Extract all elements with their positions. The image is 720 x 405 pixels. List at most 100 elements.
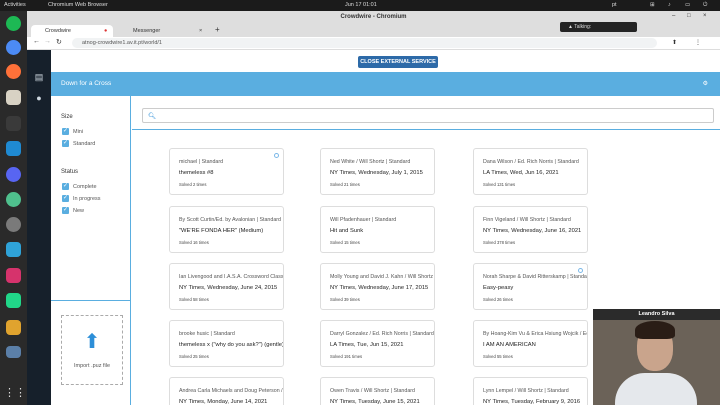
clock[interactable]: Jun 17 01:01: [345, 2, 377, 8]
files-icon[interactable]: [6, 90, 21, 105]
firefox-icon[interactable]: [6, 64, 21, 79]
list-divider: [132, 129, 720, 130]
forward-icon[interactable]: →: [44, 38, 51, 45]
checkmark-icon: ✓: [62, 195, 69, 202]
app-menu[interactable]: Chromium Web Browser: [48, 2, 108, 8]
extensions-icon[interactable]: ⬆: [672, 39, 677, 46]
tab-crowdwire[interactable]: Crowdwire ●: [31, 25, 113, 37]
people-icon[interactable]: ●: [33, 93, 45, 103]
solved-count: Solved 378 times: [483, 240, 516, 245]
tiles-icon[interactable]: [6, 346, 21, 358]
solved-count: Solved 131 times: [483, 182, 516, 187]
status-new-checkbox[interactable]: ✓ New: [62, 207, 84, 214]
size-mini-checkbox[interactable]: ✓ Mini: [62, 128, 83, 135]
solved-count: Solved 55 times: [483, 354, 513, 359]
network-icon[interactable]: ⊞: [650, 2, 655, 8]
puzzle-card[interactable]: Lynn Lempel / Will Shortz | Standard NY T…: [473, 377, 588, 405]
url-field[interactable]: atnog-crowdwire1.av.it.pt/world/1: [72, 38, 657, 48]
puzzle-card[interactable]: Owen Travis / Will Shortz | Standard NY T…: [320, 377, 435, 405]
in-progress-icon: [578, 268, 583, 273]
show-apps-icon[interactable]: ⋮⋮: [4, 386, 26, 403]
size-standard-checkbox[interactable]: ✓ Standard: [62, 140, 95, 147]
chat-icon[interactable]: ▤: [33, 72, 45, 82]
puzzle-card[interactable]: Will Pfadenhauer | Standard Hit and Sunk S…: [320, 206, 435, 253]
checkbox-label: Mini: [73, 128, 84, 135]
spotify-icon[interactable]: [6, 16, 21, 31]
vscode-icon[interactable]: [6, 141, 21, 156]
power-icon[interactable]: ⏻: [703, 2, 707, 9]
puzzle-author: Finn Vigeland / Will Shortz | Standard: [483, 217, 571, 223]
import-puz-dropzone[interactable]: ⬆ Import .puz file: [61, 315, 123, 385]
talking-notification: ▲ Talking:: [560, 22, 637, 32]
search-input[interactable]: 🔍︎: [142, 108, 714, 123]
puzzle-author: Dana Wilson / Ed. Rich Norris | Standard: [483, 159, 579, 165]
gear-icon[interactable]: ⚙: [703, 80, 708, 87]
upload-arrow-icon: ⬆: [83, 331, 101, 353]
tab-close-icon[interactable]: ×: [199, 25, 202, 37]
puzzle-title: themeless #8: [179, 170, 214, 176]
back-icon[interactable]: ←: [33, 38, 40, 45]
intellij-icon[interactable]: [6, 268, 21, 283]
puzzle-card[interactable]: brooke husic | Standard themeless x ("why…: [169, 320, 284, 367]
puzzle-card[interactable]: Darryl Gonzalez / Ed. Rich Norris | Stan…: [320, 320, 435, 367]
app-icon[interactable]: [6, 217, 21, 232]
puzzle-card[interactable]: Ian Livengood and I.A.S.A. Crossword Cla…: [169, 263, 284, 310]
checkbox-label: Complete: [73, 183, 97, 190]
puzzle-card[interactable]: Ned White / Will Shortz | Standard NY Tim…: [320, 148, 435, 195]
puzzle-card[interactable]: Norah Sharpe & David Ritterskamp | Stand…: [473, 263, 588, 310]
tab-label: Crowdwire: [45, 28, 71, 34]
import-label: Import .puz file: [73, 363, 111, 369]
window-title: Crowdwire - Chromium: [340, 14, 407, 20]
external-service-banner: CLOSE EXTERNAL SERVICE: [51, 50, 720, 72]
close-external-service-button[interactable]: CLOSE EXTERNAL SERVICE: [358, 56, 438, 68]
puzzle-title: NY Times, Tuesday, June 15, 2021: [330, 399, 420, 405]
puzzle-author: Norah Sharpe & David Ritterskamp | Stand…: [483, 274, 587, 280]
checkmark-icon: ✓: [62, 140, 69, 147]
search-icon: 🔍︎: [148, 113, 157, 120]
puzzle-title: LA Times, Tue, Jun 15, 2021: [330, 342, 404, 348]
person-shirt: [615, 373, 697, 405]
checkmark-icon: ✓: [62, 207, 69, 214]
webstorm-icon[interactable]: [6, 242, 21, 257]
video-call-overlay[interactable]: Leandro Silva: [593, 309, 720, 405]
puzzle-title: Hit and Sunk: [330, 228, 364, 234]
slack-icon[interactable]: [6, 192, 21, 207]
status-in-progress-checkbox[interactable]: ✓ In progress: [62, 195, 101, 202]
status-heading: Status: [61, 169, 79, 175]
puzzle-card[interactable]: Finn Vigeland / Will Shortz | Standard NY…: [473, 206, 588, 253]
discord-icon[interactable]: [6, 167, 21, 182]
puzzle-card[interactable]: Andrea Carla Michaels and Doug Peterson …: [169, 377, 284, 405]
status-complete-checkbox[interactable]: ✓ Complete: [62, 183, 97, 190]
puzzle-title: Down for a Cross: [61, 80, 112, 87]
puzzle-author: Will Pfadenhauer | Standard: [330, 217, 397, 223]
maximize-icon[interactable]: □: [687, 13, 691, 19]
chromium-icon[interactable]: [6, 40, 21, 55]
puzzle-card[interactable]: By Scott Curtin/Ed. by Avalonian | Stand…: [169, 206, 284, 253]
puzzle-card[interactable]: Dana Wilson / Ed. Rich Norris | Standard…: [473, 148, 588, 195]
puzzle-title: NY Times, Wednesday, July 1, 2015: [330, 170, 423, 176]
close-icon[interactable]: ×: [703, 13, 707, 19]
puzzle-author: michael | Standard: [179, 159, 224, 165]
volume-icon[interactable]: ♪: [668, 2, 671, 8]
puzzle-card[interactable]: By Hoang-Kim Vu & Erica Hsiung Wojcik / …: [473, 320, 588, 367]
battery-icon[interactable]: ▭: [685, 2, 690, 8]
language-indicator[interactable]: pt: [612, 2, 617, 8]
reload-icon[interactable]: ↻: [56, 38, 62, 46]
activities-button[interactable]: Activities: [4, 2, 26, 8]
solved-count: Solved 191 times: [330, 354, 363, 359]
tab-messenger[interactable]: Messenger ×: [119, 25, 207, 37]
pycharm-icon[interactable]: [6, 293, 21, 308]
text-editor-icon[interactable]: [6, 320, 21, 335]
person-hair: [635, 321, 675, 339]
recording-icon: ●: [104, 28, 108, 34]
terminal-icon[interactable]: [6, 116, 21, 131]
puzzle-title: NY Times, Wednesday, June 24, 2015: [179, 285, 278, 291]
puzzle-title: I AM AN AMERICAN: [483, 342, 536, 348]
puzzle-card[interactable]: Molly Young and David J. Kahn / Will Sho…: [320, 263, 435, 310]
minimize-icon[interactable]: –: [672, 13, 675, 19]
puzzle-card[interactable]: michael | Standard themeless #8 Solved 2 t…: [169, 148, 284, 195]
menu-icon[interactable]: ⋮: [695, 39, 701, 46]
new-tab-icon[interactable]: +: [215, 25, 220, 34]
puzzle-title: themeless x ("why do you ask?") (gentle): [179, 342, 283, 348]
app-dock: ⋮⋮: [0, 11, 27, 405]
